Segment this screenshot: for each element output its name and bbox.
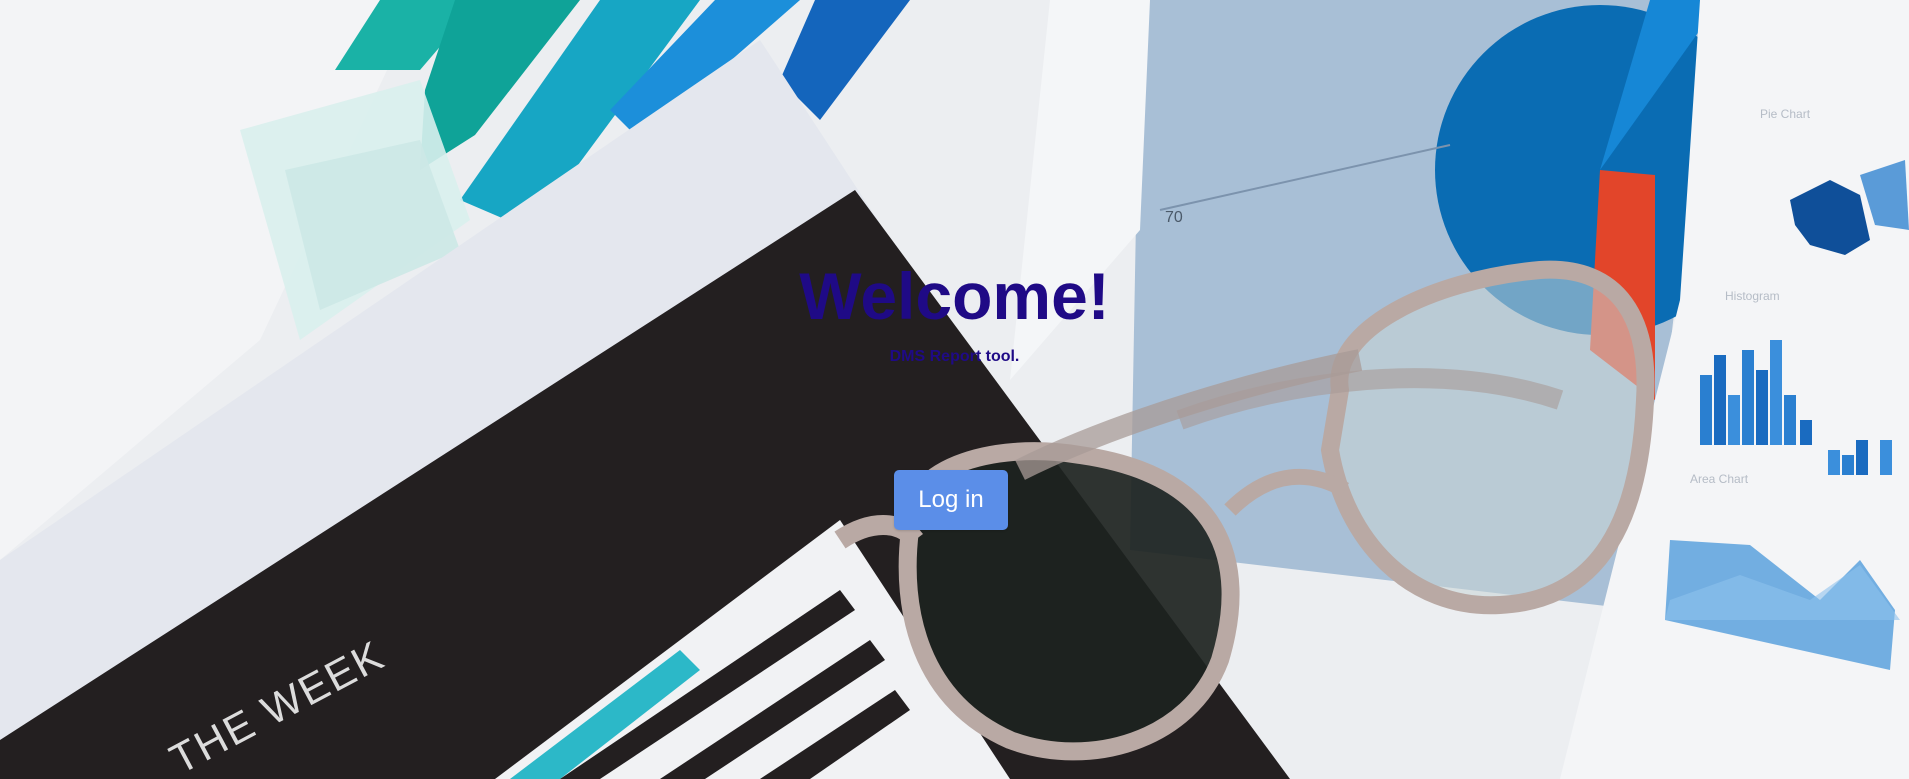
welcome-title: Welcome!: [799, 259, 1110, 333]
svg-text:Pie Chart: Pie Chart: [1760, 107, 1811, 121]
svg-text:70: 70: [1165, 209, 1183, 226]
page: THE WEEK 70 Pie Chart Histogram Area Cha…: [0, 0, 1909, 779]
svg-text:Area Chart: Area Chart: [1690, 472, 1749, 486]
background-photo: THE WEEK 70 Pie Chart Histogram Area Cha…: [0, 0, 1909, 779]
app-subtitle: DMS Report tool.: [889, 348, 1020, 365]
login-button[interactable]: Log in: [894, 470, 1008, 530]
